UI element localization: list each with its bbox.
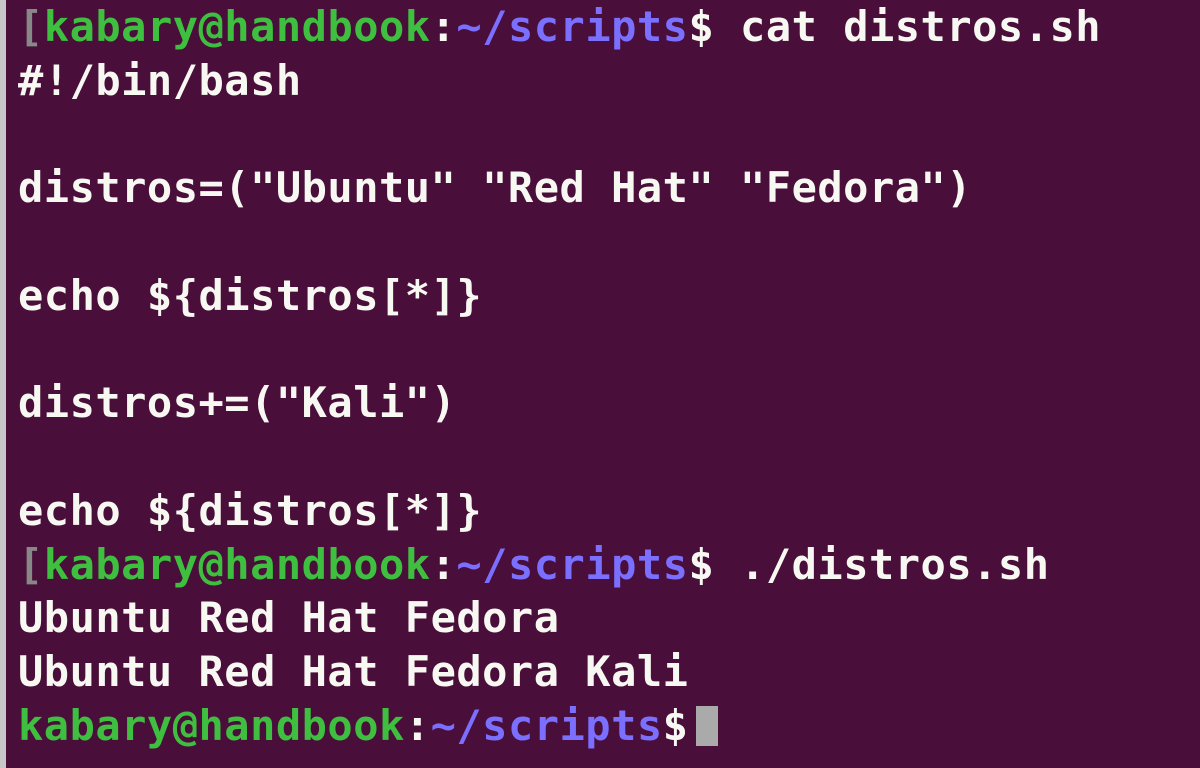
script-line-9: echo ${distros[*]} (18, 486, 482, 535)
command-2: ./distros.sh (714, 540, 1049, 589)
prompt-dollar: $ (663, 701, 689, 750)
prompt-path: ~/scripts (456, 540, 688, 589)
prompt-user-host: kabary@handbook (18, 701, 405, 750)
prompt-bracket: [ (18, 540, 44, 589)
output-line-2: Ubuntu Red Hat Fedora Kali (18, 647, 688, 696)
script-line-5: echo ${distros[*]} (18, 271, 482, 320)
prompt-user-host: kabary@handbook (44, 2, 431, 51)
script-line-7: distros+=("Kali") (18, 378, 456, 427)
output-line-1: Ubuntu Red Hat Fedora (18, 593, 560, 642)
prompt-dollar: $ (688, 540, 714, 589)
prompt-colon: : (405, 701, 431, 750)
prompt-user-host: kabary@handbook (44, 540, 431, 589)
script-line-3: distros=("Ubuntu" "Red Hat" "Fedora") (18, 163, 972, 212)
prompt-dollar: $ (688, 2, 714, 51)
terminal-output[interactable]: [kabary@handbook:~/scripts$ cat distros.… (18, 0, 1200, 753)
prompt-colon: : (431, 540, 457, 589)
command-1: cat distros.sh (714, 2, 1101, 51)
prompt-bracket: [ (18, 2, 44, 51)
prompt-path: ~/scripts (431, 701, 663, 750)
prompt-path: ~/scripts (456, 2, 688, 51)
prompt-colon: : (431, 2, 457, 51)
script-line-1: #!/bin/bash (18, 56, 302, 105)
cursor-block (696, 706, 718, 746)
